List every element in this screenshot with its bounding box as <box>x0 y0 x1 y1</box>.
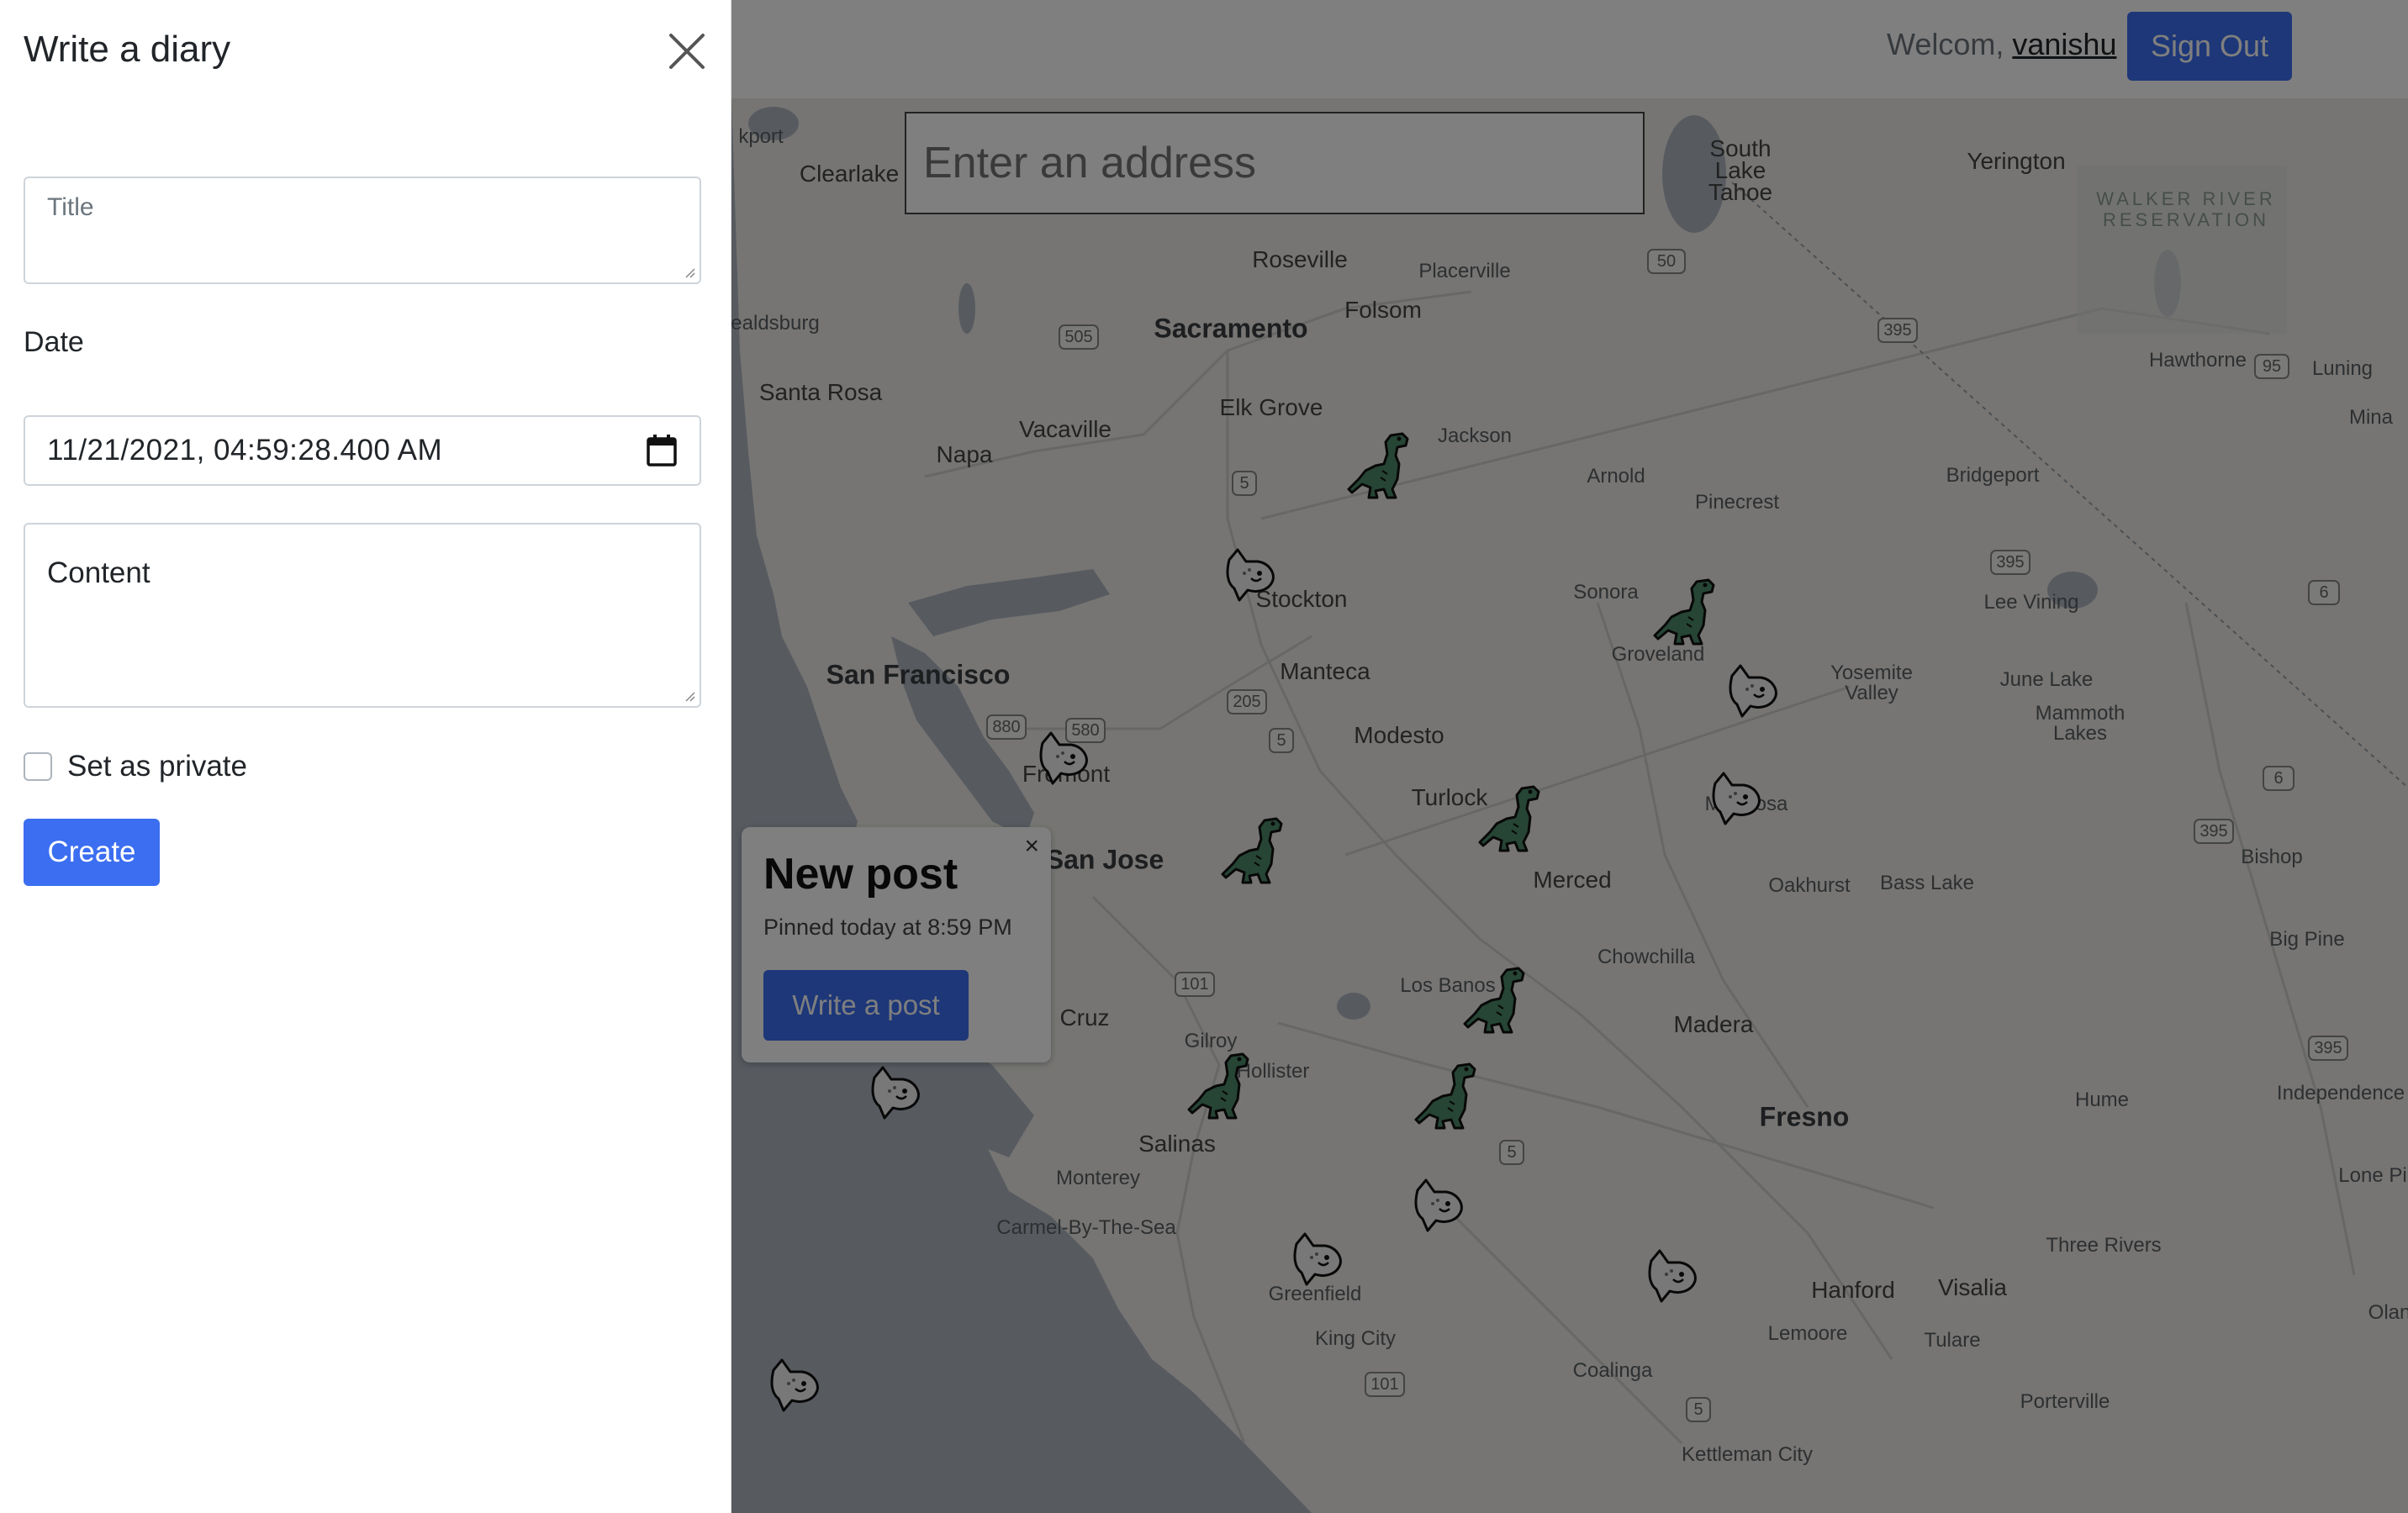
create-button[interactable]: Create <box>24 819 160 886</box>
date-label: Date <box>24 326 84 358</box>
title-field[interactable] <box>24 177 701 284</box>
app-root: llery Welcom, vanishu Sign Out <box>0 0 2408 1513</box>
content-field[interactable] <box>24 523 701 708</box>
private-label[interactable]: Set as private <box>67 750 247 783</box>
title-input[interactable] <box>47 193 678 267</box>
private-option[interactable]: Set as private <box>24 750 247 783</box>
calendar-icon[interactable] <box>646 434 678 467</box>
close-icon[interactable] <box>664 29 710 74</box>
private-checkbox[interactable] <box>24 752 52 781</box>
resize-grip-icon[interactable] <box>683 266 696 279</box>
panel-title: Write a diary <box>24 29 231 70</box>
date-value[interactable]: 11/21/2021, 04:59:28.400 AM <box>47 434 442 467</box>
date-field[interactable]: 11/21/2021, 04:59:28.400 AM <box>24 415 701 486</box>
resize-grip-icon[interactable] <box>683 689 696 703</box>
write-diary-panel: Write a diary Date 11/21/2021, 04:59:28.… <box>0 0 731 1513</box>
content-input[interactable] <box>47 556 678 674</box>
